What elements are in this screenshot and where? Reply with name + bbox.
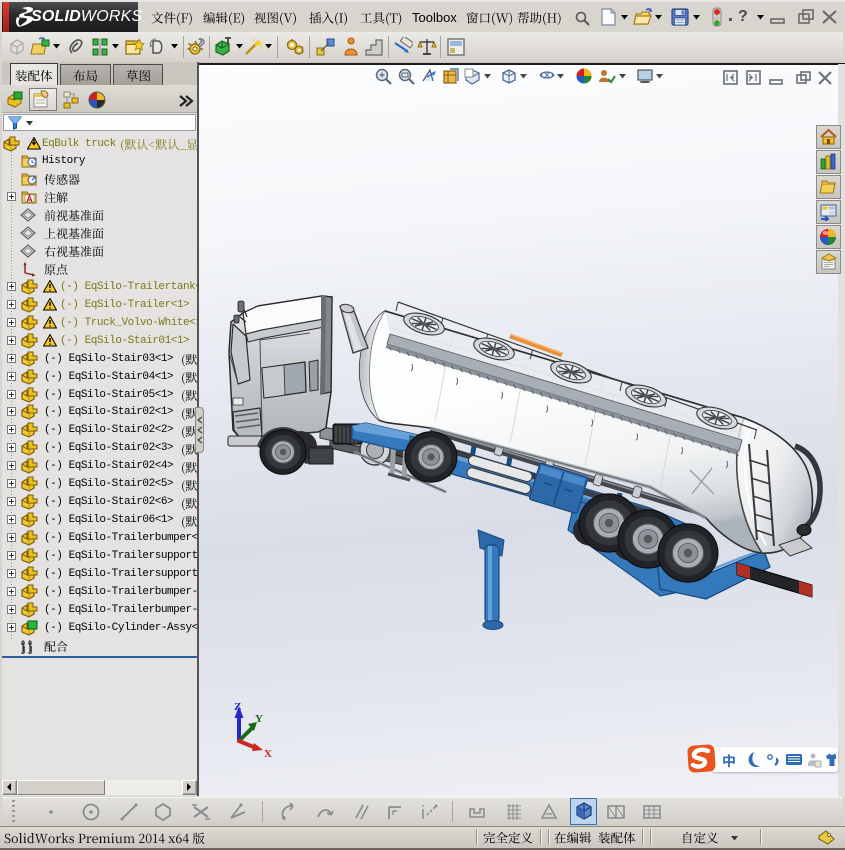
svg-text:Y: Y (255, 713, 263, 725)
svg-text:X: X (264, 748, 272, 758)
svg-text:Z: Z (234, 701, 241, 713)
